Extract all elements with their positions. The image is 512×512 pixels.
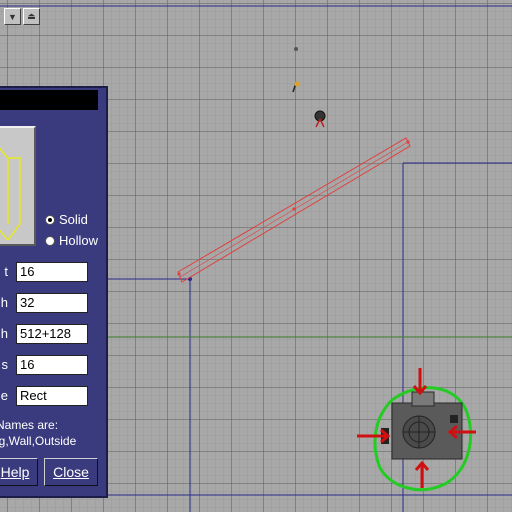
red-selected-brush[interactable] xyxy=(177,137,411,283)
radio-hollow-button[interactable] xyxy=(45,235,55,246)
dialog-titlebar[interactable] xyxy=(0,90,98,110)
mini-toolbar: ▼ ⏏ xyxy=(4,8,40,25)
length-input[interactable]: 512+128 xyxy=(16,324,88,344)
wireframe-cube-icon xyxy=(0,147,21,241)
shape-input[interactable]: Rect xyxy=(16,386,88,406)
field-label-height: t xyxy=(4,264,8,279)
radio-solid[interactable]: Solid xyxy=(45,212,88,227)
dropdown-arrow-icon[interactable]: ▼ xyxy=(4,8,21,25)
close-button[interactable]: Close xyxy=(44,458,98,486)
field-label-shape: e xyxy=(0,388,8,403)
shape-preview xyxy=(0,126,36,246)
help-button[interactable]: Help xyxy=(0,458,38,486)
height-input[interactable]: 16 xyxy=(16,262,88,282)
radio-solid-button[interactable] xyxy=(45,214,55,225)
field-label-length: h xyxy=(0,326,8,341)
names-heading: Names are: xyxy=(0,418,59,432)
names-list: ng,Wall,Outside xyxy=(0,434,77,448)
grid-origin-marker xyxy=(294,47,298,51)
radio-solid-label: Solid xyxy=(59,212,88,227)
radio-hollow-label: Hollow xyxy=(59,233,99,248)
blue-brush-left-wall xyxy=(108,278,191,512)
thickness-input[interactable]: 16 xyxy=(16,355,88,375)
light-entity-icon[interactable] xyxy=(292,81,300,93)
radio-hollow[interactable]: Hollow xyxy=(45,233,98,248)
field-label-width: h xyxy=(0,295,8,310)
width-input[interactable]: 32 xyxy=(16,293,88,313)
field-label-thickness: s xyxy=(1,357,9,372)
stamp-icon[interactable]: ⏏ xyxy=(23,8,40,25)
player-start-icon[interactable] xyxy=(314,110,326,128)
brush-dialog: Solid Hollow t 16 h 32 h 512+128 s 16 e … xyxy=(0,86,108,498)
